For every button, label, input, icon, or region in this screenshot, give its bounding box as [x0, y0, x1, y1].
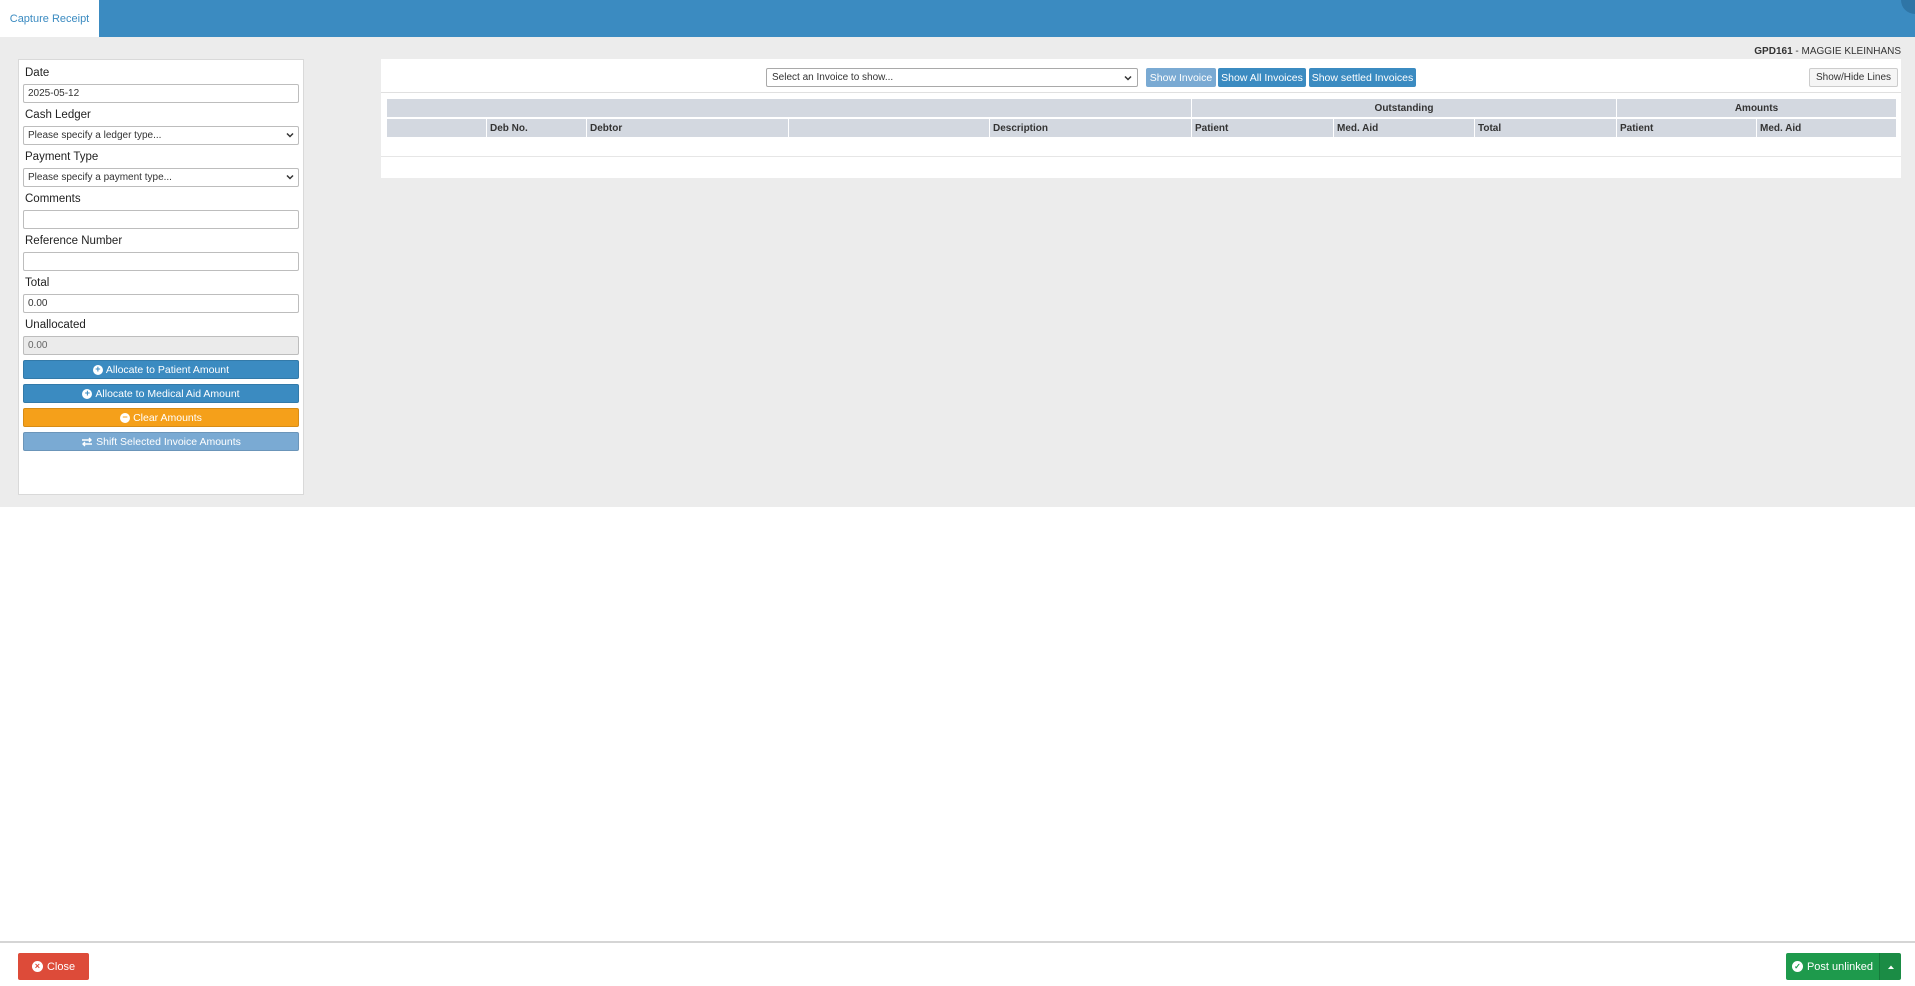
table-group-header-outstanding: Outstanding: [1192, 99, 1617, 117]
invoice-panel: Select an Invoice to show... Show Invoic…: [381, 59, 1901, 178]
column-header-outstanding-patient[interactable]: Patient: [1192, 119, 1334, 137]
invoice-toolbar: Select an Invoice to show... Show Invoic…: [381, 59, 1901, 93]
plus-circle-icon: +: [92, 364, 103, 375]
show-settled-invoices-button[interactable]: Show settled Invoices: [1309, 68, 1416, 87]
shift-amounts-button[interactable]: Shift Selected Invoice Amounts: [23, 432, 299, 451]
practice-name: MAGGIE KLEINHANS: [1801, 46, 1901, 57]
check-circle-icon: ✓: [1791, 961, 1803, 972]
reference-number-label: Reference Number: [25, 235, 123, 247]
column-header[interactable]: [789, 119, 990, 137]
date-field[interactable]: 2025-05-12: [23, 84, 299, 103]
post-unlinked-label: Post unlinked: [1806, 960, 1874, 973]
show-invoice-button[interactable]: Show Invoice: [1146, 68, 1216, 87]
allocate-medical-aid-button[interactable]: + Allocate to Medical Aid Amount: [23, 384, 299, 403]
column-header-description[interactable]: Description: [990, 119, 1192, 137]
allocate-medical-aid-label: Allocate to Medical Aid Amount: [95, 387, 240, 400]
close-icon: ×: [31, 961, 43, 972]
table-header-row: Deb No. Debtor Description Patient Med. …: [387, 119, 1897, 137]
invoice-select[interactable]: Select an Invoice to show...: [766, 68, 1138, 87]
payment-type-select[interactable]: Please specify a payment type...: [23, 168, 299, 187]
top-bar: Capture Receipt: [0, 0, 1915, 37]
total-label: Total: [25, 277, 50, 289]
comments-label: Comments: [25, 193, 81, 205]
close-button[interactable]: × Close: [18, 953, 89, 980]
column-header-amounts-med-aid[interactable]: Med. Aid: [1757, 119, 1897, 137]
table-group-header-amounts: Amounts: [1617, 99, 1897, 117]
chevron-down-icon: [1124, 75, 1132, 81]
show-hide-lines-button[interactable]: Show/Hide Lines: [1809, 68, 1898, 87]
minus-circle-icon: −: [120, 412, 131, 423]
corner-decoration: [1901, 0, 1915, 14]
allocate-patient-label: Allocate to Patient Amount: [105, 363, 230, 376]
plus-circle-icon: +: [82, 388, 93, 399]
column-header-outstanding-total[interactable]: Total: [1475, 119, 1617, 137]
footer-bar: × Close ✓ Post unlinked: [0, 941, 1915, 986]
cash-ledger-placeholder: Please specify a ledger type...: [28, 130, 162, 141]
chevron-down-icon: [286, 174, 294, 180]
unallocated-field: 0.00: [23, 336, 299, 355]
allocate-patient-button[interactable]: + Allocate to Patient Amount: [23, 360, 299, 379]
clear-amounts-button[interactable]: − Clear Amounts: [23, 408, 299, 427]
post-options-dropdown[interactable]: [1879, 953, 1901, 980]
practice-separator: -: [1792, 46, 1802, 57]
column-header[interactable]: [387, 119, 487, 137]
table-group-header-blank: [387, 99, 1192, 117]
tab-capture-receipt[interactable]: Capture Receipt: [0, 0, 99, 37]
cash-ledger-label: Cash Ledger: [25, 109, 91, 121]
show-all-invoices-button[interactable]: Show All Invoices: [1218, 68, 1306, 87]
shift-amounts-label: Shift Selected Invoice Amounts: [96, 435, 241, 448]
invoice-table: Outstanding Amounts Deb No. Debtor Descr…: [387, 99, 1897, 139]
table-bottom-border: [381, 156, 1901, 157]
payment-type-label: Payment Type: [25, 151, 99, 163]
receipt-form-panel: Date 2025-05-12 Cash Ledger Please speci…: [18, 59, 304, 495]
total-field[interactable]: 0.00: [23, 294, 299, 313]
column-header-outstanding-med-aid[interactable]: Med. Aid: [1334, 119, 1475, 137]
column-header-debtor[interactable]: Debtor: [587, 119, 789, 137]
table-group-header-row: Outstanding Amounts: [387, 99, 1897, 117]
post-unlinked-button[interactable]: ✓ Post unlinked: [1786, 953, 1879, 980]
clear-amounts-label: Clear Amounts: [133, 411, 202, 424]
column-header-amounts-patient[interactable]: Patient: [1617, 119, 1757, 137]
exchange-arrows-icon: [82, 437, 93, 446]
work-area: GPD161 - MAGGIE KLEINHANS Date 2025-05-1…: [0, 37, 1915, 507]
practice-code: GPD161: [1754, 46, 1793, 57]
column-header-deb-no[interactable]: Deb No.: [487, 119, 587, 137]
reference-number-field[interactable]: [23, 252, 299, 271]
caret-up-icon: [1887, 965, 1894, 969]
close-label: Close: [46, 960, 76, 973]
unallocated-label: Unallocated: [25, 319, 86, 331]
practice-identifier: GPD161 - MAGGIE KLEINHANS: [1754, 46, 1901, 57]
comments-field[interactable]: [23, 210, 299, 229]
date-label: Date: [25, 67, 50, 79]
invoice-select-placeholder: Select an Invoice to show...: [772, 72, 894, 83]
chevron-down-icon: [286, 132, 294, 138]
payment-type-placeholder: Please specify a payment type...: [28, 172, 172, 183]
cash-ledger-select[interactable]: Please specify a ledger type...: [23, 126, 299, 145]
